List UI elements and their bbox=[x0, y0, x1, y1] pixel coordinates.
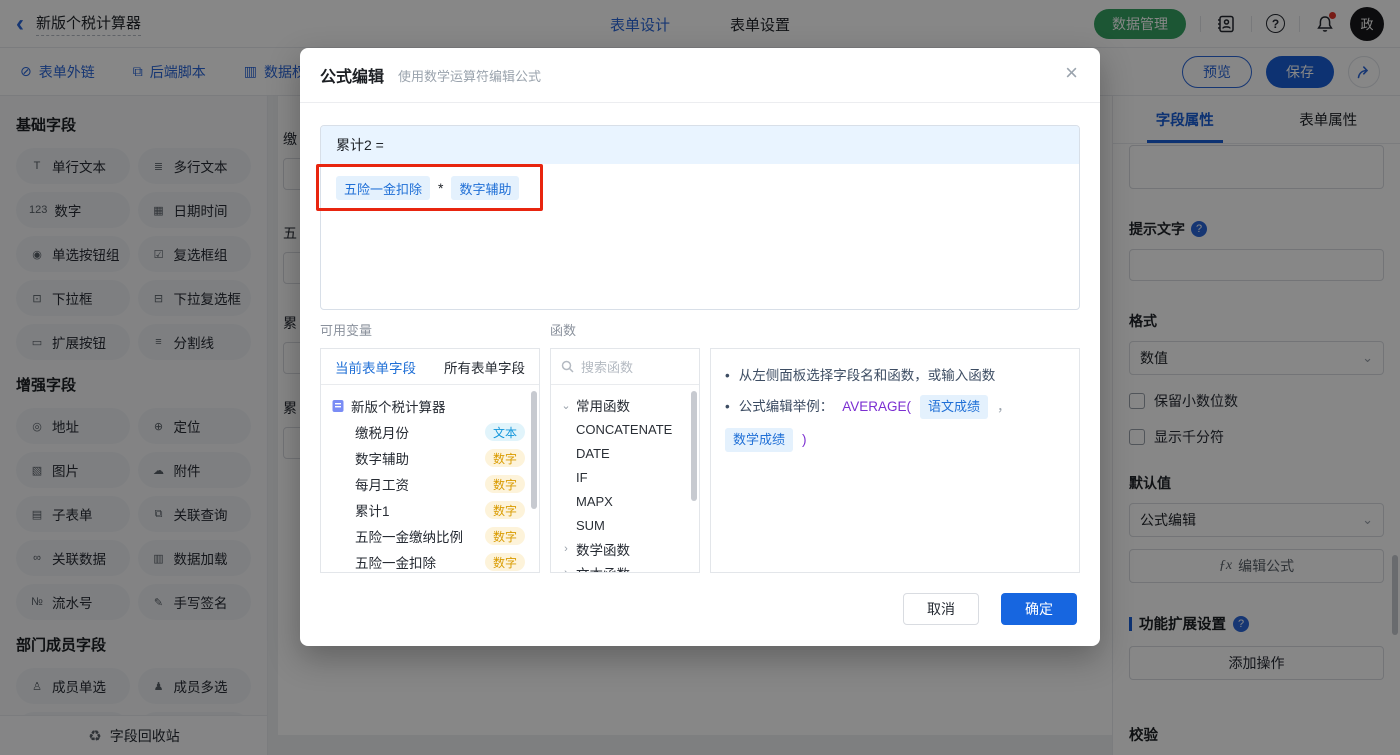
variable-row[interactable]: 数字辅助 数字 bbox=[331, 445, 539, 471]
search-placeholder: 搜索函数 bbox=[581, 360, 634, 375]
modal-header: 公式编辑 使用数学运算符编辑公式 bbox=[300, 48, 1100, 103]
cancel-button[interactable]: 取消 bbox=[903, 593, 979, 625]
functions-label: 函数 bbox=[550, 323, 577, 338]
app-screen: ‹ 新版个税计算器 表单设计 表单设置 数据管理 ? 政 ⊘ 表单外链 ⧉ 后端… bbox=[0, 0, 1400, 755]
variables-panel: 当前表单字段 所有表单字段 新版个税计算器 缴税月份 文本 数字辅助 数字 每月工资… bbox=[320, 348, 540, 573]
help-example-chip: 数学成绩 bbox=[725, 428, 794, 452]
variable-row[interactable]: 缴税月份 文本 bbox=[331, 419, 539, 445]
confirm-button[interactable]: 确定 bbox=[1001, 593, 1077, 625]
formula-target: 累计2 = bbox=[321, 126, 1079, 164]
available-variables-label: 可用变量 bbox=[320, 323, 373, 338]
function-item[interactable]: IF bbox=[561, 465, 699, 489]
function-item[interactable]: CONCATENATE bbox=[561, 417, 699, 441]
function-group-text[interactable]: › 文本函数 bbox=[561, 561, 699, 573]
variable-name: 五险一金扣除 bbox=[355, 556, 436, 571]
variable-name: 数字辅助 bbox=[355, 452, 409, 467]
type-badge: 数字 bbox=[484, 501, 525, 519]
variable-row[interactable]: 累计1 数字 bbox=[331, 497, 539, 523]
function-search-input[interactable]: 搜索函数 bbox=[551, 349, 699, 385]
help-tip-text: 从左侧面板选择字段名和函数，或输入函数 bbox=[738, 368, 996, 383]
formula-field-chip[interactable]: 五险一金扣除 bbox=[336, 176, 431, 200]
modal-subtitle: 使用数学运算符编辑公式 bbox=[398, 68, 542, 84]
type-badge: 数字 bbox=[484, 449, 525, 467]
formula-edit-modal: 公式编辑 使用数学运算符编辑公式 × 累计2 = 五险一金扣除 * 数字辅助 可… bbox=[300, 48, 1100, 646]
formula-operator: * bbox=[438, 180, 444, 196]
search-icon bbox=[561, 360, 574, 373]
variable-row[interactable]: 每月工资 数字 bbox=[331, 471, 539, 497]
formula-editor[interactable]: 累计2 = 五险一金扣除 * 数字辅助 bbox=[320, 125, 1080, 310]
function-item[interactable]: DATE bbox=[561, 441, 699, 465]
document-icon bbox=[332, 400, 344, 412]
function-group-label: 文本函数 bbox=[576, 563, 630, 572]
function-group-math[interactable]: › 数学函数 bbox=[561, 537, 699, 561]
variable-name: 五险一金缴纳比例 bbox=[355, 530, 463, 545]
scrollbar-thumb[interactable] bbox=[531, 391, 537, 509]
close-icon[interactable]: × bbox=[1065, 62, 1078, 84]
chevron-down-icon: ⌄ bbox=[561, 399, 571, 412]
functions-tree: ⌄ 常用函数 CONCATENATE DATE IF MAPX SUM › 数学… bbox=[551, 385, 699, 573]
chevron-right-icon: › bbox=[564, 543, 568, 555]
bullet: • bbox=[725, 368, 730, 383]
formula-expression[interactable]: 五险一金扣除 * 数字辅助 bbox=[321, 164, 1079, 212]
type-badge: 文本 bbox=[484, 423, 525, 441]
help-tip-1: • 从左侧面板选择字段名和函数，或输入函数 bbox=[725, 365, 1065, 387]
type-badge: 数字 bbox=[484, 553, 525, 571]
function-group-label: 常用函数 bbox=[576, 399, 630, 414]
functions-panel: 搜索函数 ⌄ 常用函数 CONCATENATE DATE IF MAPX SUM… bbox=[550, 348, 700, 573]
function-group-label: 数学函数 bbox=[576, 543, 630, 558]
form-root-label: 新版个税计算器 bbox=[351, 400, 446, 415]
scrollbar-thumb[interactable] bbox=[691, 391, 697, 501]
help-example-comma: ， bbox=[997, 399, 1011, 414]
help-example-function: AVERAGE( bbox=[842, 399, 911, 414]
variable-name: 每月工资 bbox=[355, 478, 409, 493]
help-example-chip: 语文成绩 bbox=[920, 395, 989, 419]
type-badge: 数字 bbox=[484, 475, 525, 493]
variables-tabs: 当前表单字段 所有表单字段 bbox=[321, 349, 539, 385]
variable-row[interactable]: 五险一金缴纳比例 数字 bbox=[331, 523, 539, 549]
variables-tree: 新版个税计算器 缴税月份 文本 数字辅助 数字 每月工资 数字 累计1 数字 五险一金缴… bbox=[321, 385, 539, 572]
function-group-common[interactable]: ⌄ 常用函数 bbox=[561, 393, 699, 417]
type-badge: 数字 bbox=[484, 527, 525, 545]
modal-title: 公式编辑 bbox=[320, 69, 385, 86]
help-example-close-paren: ) bbox=[802, 432, 807, 447]
formula-field-chip[interactable]: 数字辅助 bbox=[451, 176, 520, 200]
chevron-right-icon: › bbox=[564, 567, 568, 573]
variable-name: 累计1 bbox=[355, 504, 390, 519]
tab-all-form-fields[interactable]: 所有表单字段 bbox=[430, 349, 539, 384]
bullet: • bbox=[725, 399, 730, 414]
function-item[interactable]: SUM bbox=[561, 513, 699, 537]
tab-current-form-fields[interactable]: 当前表单字段 bbox=[321, 349, 430, 384]
form-root-node[interactable]: 新版个税计算器 bbox=[331, 393, 539, 419]
variable-row[interactable]: 五险一金扣除 数字 bbox=[331, 549, 539, 572]
help-example-prefix: 公式编辑举例： bbox=[738, 399, 834, 414]
help-panel: • 从左侧面板选择字段名和函数，或输入函数 • 公式编辑举例： AVERAGE(… bbox=[710, 348, 1080, 573]
function-item[interactable]: MAPX bbox=[561, 489, 699, 513]
help-tip-2: • 公式编辑举例： AVERAGE( 语文成绩 ， 数学成绩 ) bbox=[725, 395, 1065, 452]
variable-name: 缴税月份 bbox=[355, 426, 409, 441]
